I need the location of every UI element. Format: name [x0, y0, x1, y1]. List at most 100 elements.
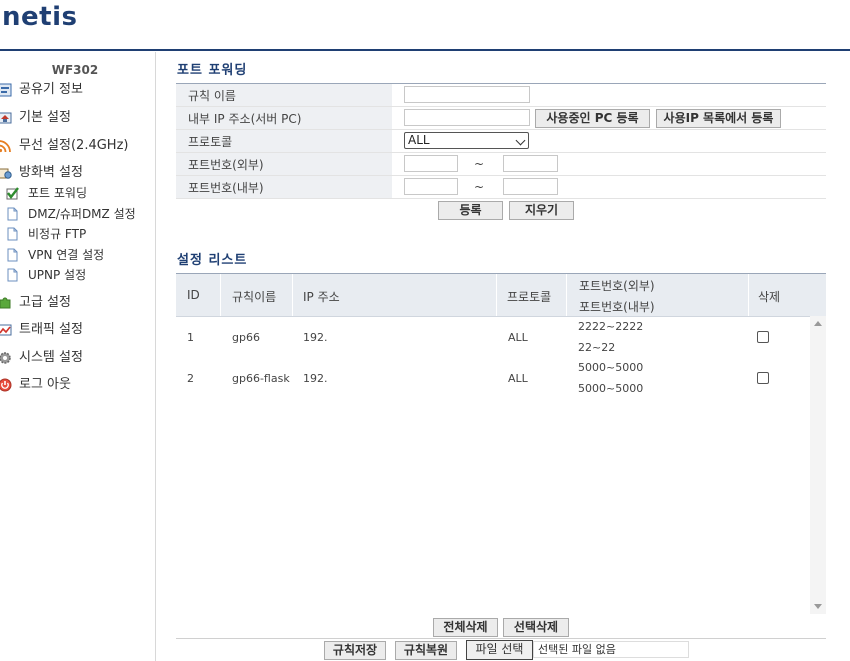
traffic-icon [0, 324, 12, 336]
external-port-to-input[interactable] [503, 155, 558, 172]
sidebar-item-label: 고급 설정 [19, 295, 71, 310]
gear-icon [0, 352, 11, 364]
register-current-pc-button[interactable]: 사용중인 PC 등록 [535, 109, 650, 128]
external-port-label: 포트번호(외부) [188, 158, 264, 172]
internal-ip-label: 내부 IP 주소(서버 PC) [188, 112, 302, 126]
row-id: 1 [187, 331, 194, 344]
delete-all-button[interactable]: 전체삭제 [433, 618, 498, 637]
external-port-row: 포트번호(외부) ~ [176, 153, 826, 176]
clear-button[interactable]: 지우기 [509, 201, 574, 220]
col-ip: IP 주소 [303, 290, 340, 304]
rule-name-label: 규칙 이름 [188, 89, 236, 103]
sidebar-item-label: 무선 설정(2.4GHz) [19, 138, 129, 153]
row-ip: 192. [303, 331, 328, 344]
sidebar-item-label: 시스템 설정 [19, 350, 83, 365]
port-forwarding-form: 규칙 이름 내부 IP 주소(서버 PC) 사용중인 PC 등록 사용IP 목록… [176, 83, 826, 199]
col-rule-name: 규칙이름 [232, 290, 277, 304]
internal-ip-label-cell: 내부 IP 주소(서버 PC) [176, 107, 392, 129]
sidebar-item-label: 로그 아웃 [19, 377, 71, 392]
column-divider [566, 274, 567, 316]
sidebar-item-label: 트래픽 설정 [19, 322, 83, 337]
external-port-from-input[interactable] [404, 155, 458, 172]
document-icon [7, 207, 18, 221]
col-delete: 삭제 [758, 290, 781, 304]
document-icon [7, 248, 18, 262]
row-protocol: ALL [508, 372, 528, 385]
row-ip: 192. [303, 372, 328, 385]
sidebar-subitem-label: VPN 연결 설정 [28, 248, 105, 262]
sidebar-item-label: 기본 설정 [19, 110, 71, 125]
sidebar-item-label: 공유기 정보 [19, 82, 83, 97]
sidebar-subitem-label: 포트 포워딩 [28, 186, 88, 200]
document-icon [7, 268, 18, 282]
internal-ip-row: 내부 IP 주소(서버 PC) 사용중인 PC 등록 사용IP 목록에서 등록 [176, 107, 826, 130]
range-separator: ~ [474, 180, 485, 194]
info-icon [0, 83, 12, 97]
col-protocol: 프로토콜 [507, 290, 552, 304]
internal-ip-input[interactable] [404, 109, 530, 126]
register-from-list-button[interactable]: 사용IP 목록에서 등록 [656, 109, 781, 128]
restore-rules-button[interactable]: 규칙복원 [395, 641, 457, 660]
protocol-select[interactable]: ALL [404, 132, 529, 149]
sidebar-subitem-label: DMZ/슈퍼DMZ 설정 [28, 207, 136, 221]
list-header: ID 규칙이름 IP 주소 프로토콜 포트번호(외부) 포트번호(내부) 삭제 [176, 273, 826, 317]
sidebar-subitem-label: UPNP 설정 [28, 268, 87, 282]
row-port-external: 5000~5000 [578, 361, 644, 374]
home-icon [0, 112, 12, 124]
header-divider [0, 49, 850, 51]
internal-port-label: 포트번호(내부) [188, 181, 264, 195]
column-divider [220, 274, 221, 316]
rule-name-label-cell: 규칙 이름 [176, 84, 392, 106]
column-divider [292, 274, 293, 316]
internal-port-from-input[interactable] [404, 178, 458, 195]
protocol-value: ALL [408, 133, 430, 147]
column-divider [496, 274, 497, 316]
sidebar-subitem-label: 비정규 FTP [28, 227, 87, 241]
internal-port-row: 포트번호(내부) ~ [176, 176, 826, 199]
internal-port-to-input[interactable] [503, 178, 558, 195]
row-rule-name: gp66-flask [232, 372, 290, 385]
delete-selected-button[interactable]: 선택삭제 [503, 618, 569, 637]
delete-checkbox[interactable] [757, 372, 769, 384]
sidebar-item-label: 방화벽 설정 [19, 165, 83, 180]
scroll-up-icon[interactable] [814, 321, 822, 326]
delete-checkbox[interactable] [757, 331, 769, 343]
register-button[interactable]: 등록 [438, 201, 503, 220]
page-title: 포트 포워딩 [177, 63, 248, 78]
external-port-label-cell: 포트번호(외부) [176, 153, 392, 175]
col-port-external: 포트번호(외부) [579, 279, 655, 293]
protocol-label: 프로토콜 [188, 135, 233, 149]
chevron-down-icon [515, 135, 526, 146]
choose-file-button[interactable]: 파일 선택 [466, 640, 533, 660]
internal-port-label-cell: 포트번호(내부) [176, 176, 392, 198]
power-icon [0, 378, 12, 392]
sidebar: WF302 공유기 정보 기본 설정 무선 설정(2.4GHz) 방화벽 설정 … [0, 52, 156, 661]
rule-name-row: 규칙 이름 [176, 84, 826, 107]
file-name-display: 선택된 파일 없음 [533, 641, 689, 658]
document-icon [7, 227, 18, 241]
row-id: 2 [187, 372, 194, 385]
save-rules-button[interactable]: 규칙저장 [324, 641, 386, 660]
row-protocol: ALL [508, 331, 528, 344]
protocol-row: 프로토콜 ALL [176, 130, 826, 153]
row-port-internal: 22~22 [578, 341, 616, 354]
protocol-label-cell: 프로토콜 [176, 130, 392, 152]
scroll-down-icon[interactable] [814, 604, 822, 609]
range-separator: ~ [474, 157, 485, 171]
column-divider [748, 274, 749, 316]
col-port-internal: 포트번호(내부) [579, 300, 655, 314]
list-scrollbar[interactable] [810, 316, 826, 614]
model-name: WF302 [51, 63, 99, 77]
netis-logo: netis [2, 2, 78, 32]
puzzle-icon [0, 297, 11, 309]
col-id: ID [187, 288, 200, 302]
footer-divider [176, 638, 826, 639]
rule-name-input[interactable] [404, 86, 530, 103]
firewall-icon [0, 168, 12, 179]
row-port-internal: 5000~5000 [578, 382, 644, 395]
list-title: 설정 리스트 [177, 253, 248, 268]
row-rule-name: gp66 [232, 331, 260, 344]
row-port-external: 2222~2222 [578, 320, 644, 333]
check-icon [6, 187, 19, 200]
wifi-icon [0, 140, 11, 153]
